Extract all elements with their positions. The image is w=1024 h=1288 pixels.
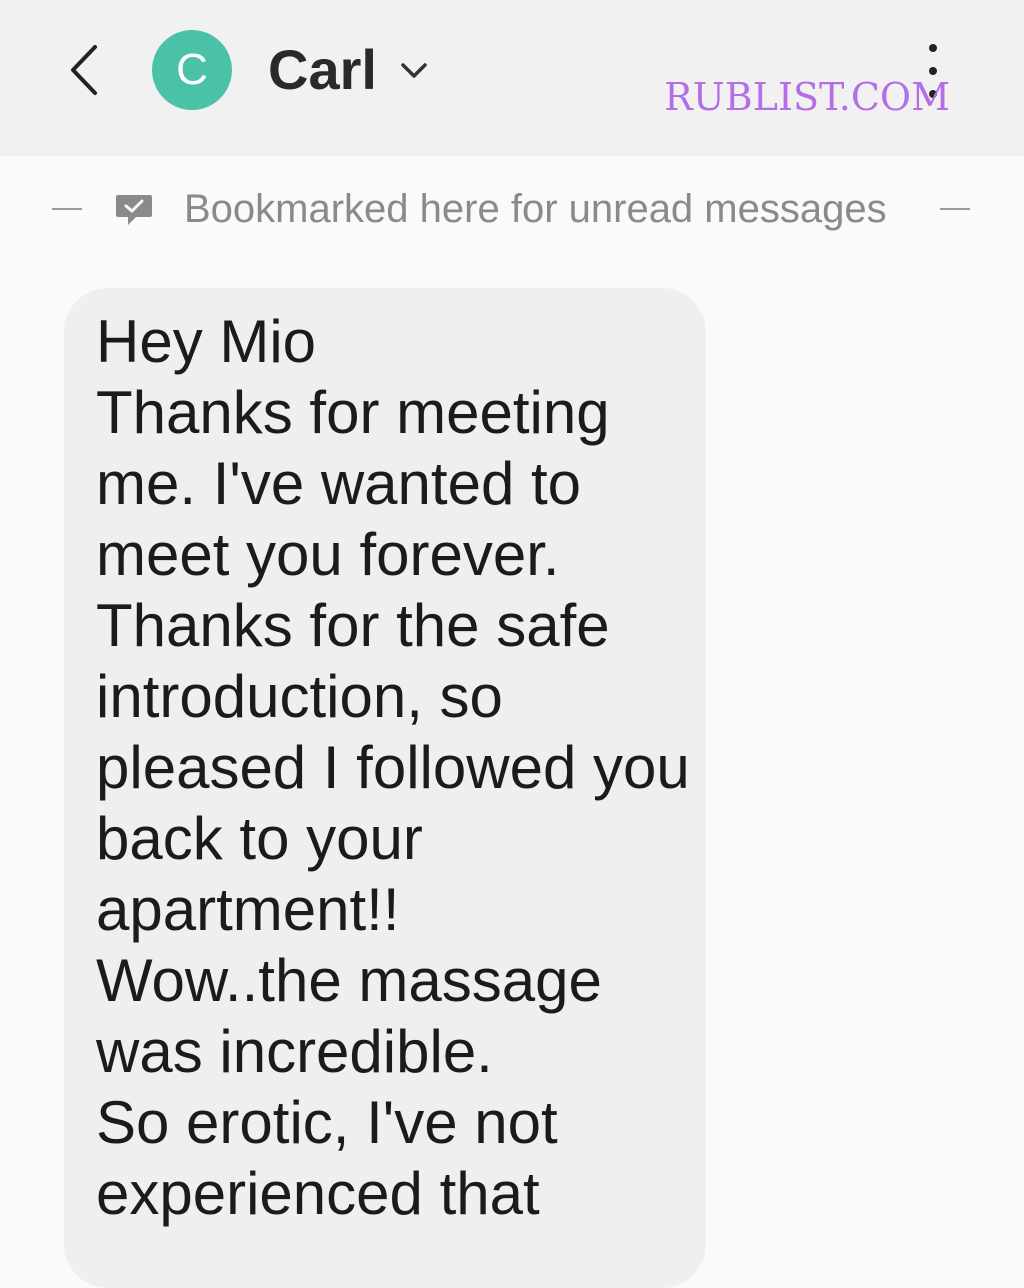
unread-bookmark-divider: Bookmarked here for unread messages bbox=[0, 180, 1024, 240]
watermark: RUBLIST.COM bbox=[660, 66, 950, 128]
chevron-down-icon[interactable] bbox=[396, 52, 432, 88]
bookmark-check-icon bbox=[114, 192, 154, 228]
bookmark-label: Bookmarked here for unread messages bbox=[184, 186, 887, 232]
divider-line-left bbox=[52, 208, 82, 210]
contact-name[interactable]: Carl bbox=[268, 38, 377, 102]
back-arrow-icon bbox=[69, 44, 99, 96]
avatar[interactable]: C bbox=[152, 30, 232, 110]
conversation-header: C Carl RUBLIST.COM bbox=[0, 0, 1024, 156]
message-text: Hey Mio Thanks for meeting me. I've want… bbox=[96, 306, 696, 1229]
more-vert-icon bbox=[929, 44, 937, 52]
watermark-text: RUBLIST.COM bbox=[664, 75, 950, 119]
back-button[interactable] bbox=[58, 38, 110, 102]
divider-line-right bbox=[940, 208, 970, 210]
avatar-letter: C bbox=[176, 45, 208, 95]
